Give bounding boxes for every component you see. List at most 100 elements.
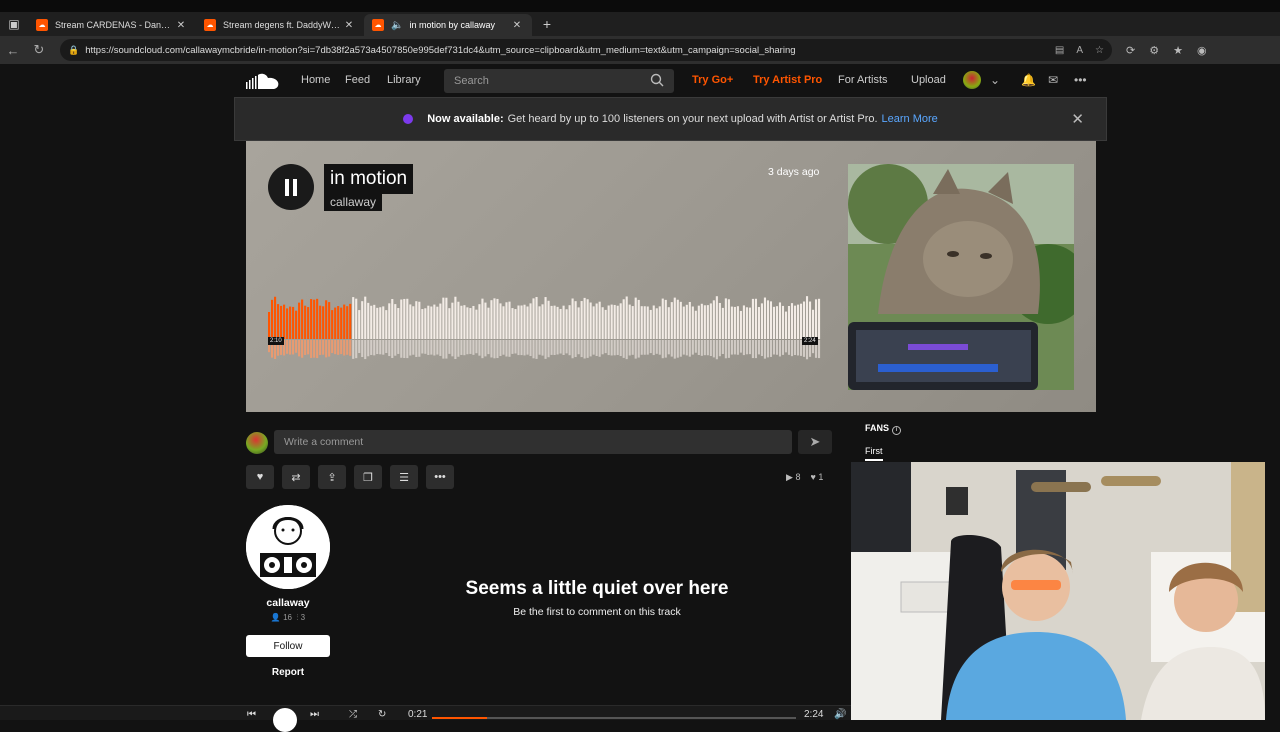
reader-icon[interactable]: ▤ — [1055, 45, 1064, 56]
favorites-icon[interactable]: ★ — [1173, 44, 1183, 57]
soundcloud-favicon-icon: ☁ — [372, 19, 384, 31]
like-button[interactable]: ♥ — [246, 465, 274, 489]
waveform-reflection-bar — [601, 340, 604, 355]
send-button[interactable]: ➤ — [798, 430, 832, 454]
waveform-bar — [622, 299, 625, 339]
waveform-reflection-bar — [466, 340, 469, 355]
nav-library[interactable]: Library — [387, 74, 421, 86]
url-field[interactable]: 🔒 https://soundcloud.com/callawaymcbride… — [60, 39, 1112, 61]
report-link[interactable]: Report — [246, 667, 330, 678]
pause-button[interactable] — [268, 164, 314, 210]
waveform-bar — [733, 306, 736, 339]
for-artists-link[interactable]: For Artists — [838, 74, 888, 86]
close-icon[interactable]: ✕ — [174, 20, 188, 31]
upload-link[interactable]: Upload — [911, 74, 946, 86]
follow-button[interactable]: Follow — [246, 635, 330, 657]
waveform-bar — [481, 298, 484, 339]
repeat-icon[interactable]: ↻ — [378, 709, 386, 720]
waveform-bar — [727, 299, 730, 339]
waveform-bar — [616, 305, 619, 339]
send-icon: ➤ — [809, 434, 821, 449]
waveform-bar — [670, 302, 673, 339]
waveform-reflection-bar — [409, 340, 412, 356]
chevron-down-icon[interactable]: ⌄ — [990, 73, 1000, 87]
browser-tab-1[interactable]: ☁ Stream CARDENAS - Dance With ✕ — [28, 14, 196, 36]
waveform-bar — [535, 296, 538, 339]
copy-link-button[interactable]: ❐ — [354, 465, 382, 489]
comment-input[interactable]: Write a comment — [274, 430, 792, 454]
learn-more-link[interactable]: Learn More — [882, 113, 938, 125]
url-text: https://soundcloud.com/callawaymcbride/i… — [85, 44, 796, 56]
more-button[interactable]: ••• — [426, 465, 454, 489]
waveform-reflection-bar — [628, 340, 631, 356]
waveform-bar — [322, 306, 325, 339]
waveform-reflection-bar — [727, 340, 730, 358]
waveform-reflection-bar — [529, 340, 532, 357]
waveform-bar — [352, 297, 355, 339]
read-aloud-icon[interactable]: A — [1076, 45, 1083, 56]
next-icon[interactable]: ⏭ — [310, 709, 319, 720]
waveform-bar — [688, 301, 691, 339]
tab-first[interactable]: First — [865, 446, 883, 461]
player-pause-button[interactable] — [273, 708, 297, 732]
profile-icon[interactable]: ◉ — [1197, 44, 1207, 57]
star-icon[interactable]: ☆ — [1095, 45, 1104, 56]
player-progress-fill — [432, 717, 487, 719]
previous-icon[interactable]: ⏮ — [247, 709, 256, 720]
repost-button[interactable]: ⇄ — [282, 465, 310, 489]
try-artist-pro-link[interactable]: Try Artist Pro — [753, 74, 822, 86]
soundcloud-logo-icon[interactable] — [246, 73, 280, 89]
waveform-reflection-bar — [481, 340, 484, 359]
window-menu-icon[interactable]: ▣ — [0, 12, 28, 36]
waveform-reflection-bar — [658, 340, 661, 355]
mail-icon[interactable]: ✉ — [1048, 73, 1058, 87]
waveform-reflection-bar — [553, 340, 556, 356]
waveform-bar — [415, 301, 418, 339]
player-progress[interactable] — [432, 717, 796, 719]
waveform-bar — [355, 298, 358, 339]
waveform-reflection-bar — [568, 340, 571, 356]
volume-icon[interactable]: 🔊 — [834, 709, 846, 720]
nav-home[interactable]: Home — [301, 74, 330, 86]
artist-avatar[interactable] — [246, 505, 330, 589]
waveform-reflection-bar — [694, 340, 697, 353]
track-hero: in motion callaway 3 days ago 2:10 2:24 — [246, 141, 1096, 412]
artist-name[interactable]: callaway — [246, 597, 330, 609]
waveform[interactable] — [268, 293, 821, 371]
info-icon[interactable]: i — [892, 426, 902, 435]
extension-icon[interactable]: ⟳ — [1126, 44, 1135, 57]
waveform-reflection-bar — [337, 340, 340, 355]
close-icon[interactable]: ✕ — [1071, 110, 1084, 128]
waveform-bar — [301, 299, 304, 339]
user-avatar[interactable] — [963, 71, 981, 89]
add-to-playlist-button[interactable]: ☰ — [390, 465, 418, 489]
track-artist[interactable]: callaway — [324, 193, 383, 211]
search-icon[interactable] — [650, 73, 664, 87]
browser-tab-2[interactable]: ☁ Stream degens ft. DaddyWellness ✕ — [196, 14, 364, 36]
bell-icon[interactable]: 🔔 — [1021, 73, 1036, 87]
waveform-bar — [274, 296, 277, 339]
close-icon[interactable]: ✕ — [510, 20, 524, 31]
close-icon[interactable]: ✕ — [342, 20, 356, 31]
extensions-icon[interactable]: ⚙ — [1149, 44, 1159, 57]
back-icon[interactable]: ← — [0, 43, 26, 58]
waveform-reflection-bar — [496, 340, 499, 359]
waveform-bar — [268, 312, 271, 339]
waveform-bar — [421, 309, 424, 339]
posted-date: 3 days ago — [768, 166, 820, 178]
waveform-bar — [361, 301, 364, 339]
nav-feed[interactable]: Feed — [345, 74, 370, 86]
banner-text: Get heard by up to 100 listeners on your… — [507, 113, 878, 125]
share-button[interactable]: ⇪ — [318, 465, 346, 489]
search-input[interactable]: Search — [444, 69, 674, 93]
refresh-icon[interactable]: ↻ — [26, 42, 52, 58]
more-icon[interactable]: ••• — [1074, 73, 1087, 87]
waveform-reflection-bar — [640, 340, 643, 355]
shuffle-icon[interactable]: ⤮ — [349, 709, 357, 720]
speaker-icon[interactable]: 🔈 — [391, 20, 403, 31]
try-go-plus-link[interactable]: Try Go+ — [692, 74, 733, 86]
waveform-bar — [559, 308, 562, 339]
player-bar: ⏮ ⏭ ⤮ ↻ 0:21 2:24 🔊 — [0, 705, 851, 732]
new-tab-icon[interactable]: + — [536, 16, 558, 32]
browser-tab-3[interactable]: ☁ 🔈 in motion by callaway ✕ — [364, 14, 532, 36]
